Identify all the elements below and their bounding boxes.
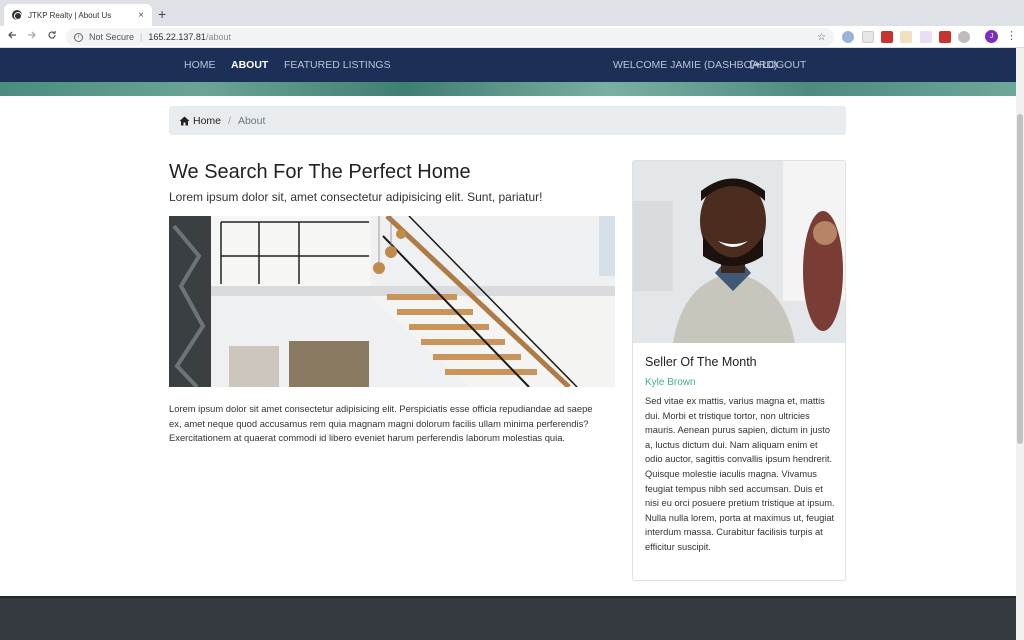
breadcrumb-home[interactable]: Home — [193, 115, 221, 127]
address-separator: | — [140, 32, 143, 42]
nav-about[interactable]: ABOUT — [231, 59, 268, 71]
about-body-text: Lorem ipsum dolor sit amet consectetur a… — [169, 403, 593, 443]
new-tab-button[interactable]: + — [158, 6, 166, 22]
staircase-image — [169, 216, 615, 387]
scrollbar-thumb[interactable] — [1017, 114, 1023, 444]
breadcrumb: Home / About — [169, 106, 846, 135]
nav-logout[interactable]: LOGOUT — [750, 59, 806, 71]
seller-title: Seller Of The Month — [645, 355, 757, 369]
site-footer — [0, 596, 1016, 640]
browser-toolbar: i Not Secure | 165.22.137.81/about ☆ J ⋮ — [0, 26, 1024, 48]
breadcrumb-current: About — [237, 114, 266, 127]
extension-icon[interactable] — [881, 31, 893, 43]
star-icon[interactable]: ☆ — [817, 32, 826, 43]
page-viewport: HOME ABOUT FEATURED LISTINGS WELCOME JAM… — [0, 48, 1016, 640]
seller-name[interactable]: Kyle Brown — [645, 377, 696, 388]
extension-icon[interactable] — [920, 31, 932, 43]
lead-text: Lorem ipsum dolor sit, amet consectetur … — [169, 190, 543, 204]
nav-featured-listings[interactable]: FEATURED LISTINGS — [284, 59, 391, 71]
extension-icon[interactable] — [939, 31, 951, 43]
site-navbar: HOME ABOUT FEATURED LISTINGS WELCOME JAM… — [0, 48, 1016, 82]
close-tab-icon[interactable]: × — [138, 10, 144, 21]
address-bar[interactable]: i Not Secure | 165.22.137.81/about ☆ — [66, 28, 834, 46]
extension-icon[interactable] — [958, 31, 970, 43]
page-title: We Search For The Perfect Home — [169, 161, 471, 183]
breadcrumb-separator: / — [228, 114, 231, 127]
security-label: Not Secure — [89, 32, 135, 42]
globe-icon — [12, 10, 22, 20]
menu-icon[interactable]: ⋮ — [1006, 29, 1017, 42]
reload-icon[interactable] — [42, 30, 62, 43]
seller-of-month-card: Seller Of The Month Kyle Brown Sed vitae… — [632, 160, 846, 581]
url-host: 165.22.137.81 — [148, 32, 206, 42]
header-image-strip — [0, 82, 1016, 96]
seller-photo — [633, 161, 845, 343]
browser-tab-strip: JTKP Realty | About Us × + — [0, 0, 1024, 26]
logout-icon — [750, 60, 760, 69]
extension-icon[interactable] — [842, 31, 854, 43]
browser-tab[interactable]: JTKP Realty | About Us × — [4, 4, 152, 26]
seller-description: Sed vitae ex mattis, varius magna et, ma… — [645, 396, 835, 552]
nav-home[interactable]: HOME — [184, 59, 216, 71]
profile-avatar[interactable]: J — [985, 30, 998, 43]
back-icon[interactable] — [2, 30, 22, 43]
forward-icon[interactable] — [22, 30, 42, 43]
url-path: /about — [205, 32, 231, 42]
logout-label: LOGOUT — [762, 59, 807, 71]
page-scrollbar[interactable] — [1016, 48, 1024, 640]
extension-icon[interactable] — [862, 31, 874, 43]
home-icon — [179, 116, 190, 125]
tab-title: JTKP Realty | About Us — [28, 10, 112, 20]
extension-icon[interactable] — [900, 31, 912, 43]
info-icon[interactable]: i — [74, 32, 83, 42]
